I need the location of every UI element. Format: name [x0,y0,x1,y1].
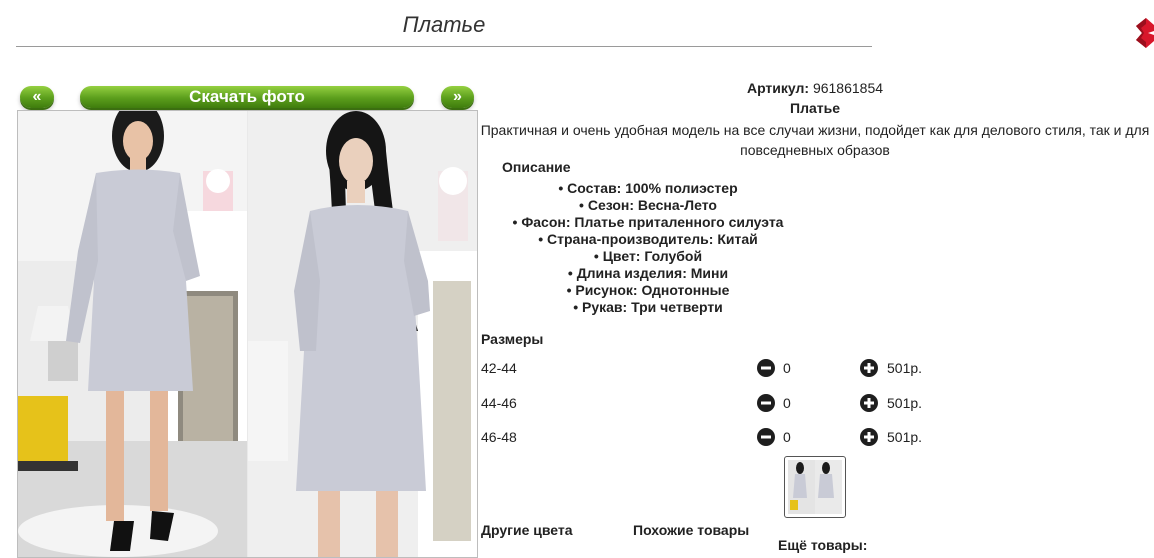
attribute-item: Сезон: Весна-Лето [480,197,816,214]
close-icon[interactable] [1136,18,1154,48]
size-row: 46-48 0 501р. [480,427,1150,447]
size-price: 501р. [887,429,923,445]
attribute-item: Длина изделия: Мини [480,265,816,282]
photo-thumbnail[interactable] [784,456,846,518]
quantity-value[interactable]: 0 [783,429,791,445]
similar-products-heading: Похожие товары [633,522,750,538]
description-heading: Описание [502,159,571,175]
plus-circle-icon[interactable] [860,394,878,412]
attribute-item: Рукав: Три четверти [480,299,816,316]
size-label: 42-44 [481,360,517,376]
attribute-item: Страна-производитель: Китай [480,231,816,248]
more-products-heading: Ещё товары: [778,537,868,553]
attribute-item: Состав: 100% полиэстер [480,180,816,197]
minus-circle-icon[interactable] [757,359,775,377]
attribute-item: Рисунок: Однотонные [480,282,816,299]
page-title: Платье [16,12,872,47]
product-description: Практичная и очень удобная модель на все… [480,122,1150,158]
product-name: Платье [790,100,840,116]
attribute-list: Состав: 100% полиэстер Сезон: Весна-Лето… [480,180,816,316]
quantity-value[interactable]: 0 [783,395,791,411]
attribute-item: Фасон: Платье приталенного силуэта [480,214,816,231]
attribute-item: Цвет: Голубой [480,248,816,265]
plus-circle-icon[interactable] [860,359,878,377]
product-photo-left [18,111,247,557]
article-value: 961861854 [812,80,884,96]
other-colors-heading: Другие цвета [481,522,573,538]
size-label: 46-48 [481,429,517,445]
quantity-value[interactable]: 0 [783,360,791,376]
prev-photo-button[interactable]: « [20,86,54,108]
size-price: 501р. [887,360,923,376]
minus-circle-icon[interactable] [757,428,775,446]
article-line: Артикул: 961861854 [480,80,1150,96]
minus-circle-icon[interactable] [757,394,775,412]
size-label: 44-46 [481,395,517,411]
size-row: 42-44 0 501р. [480,358,1150,378]
next-photo-button[interactable]: » [441,86,474,108]
sizes-heading: Размеры [481,331,544,347]
product-photo-right [248,111,477,557]
article-label: Артикул: [746,80,810,96]
size-row: 44-46 0 501р. [480,393,1150,413]
plus-circle-icon[interactable] [860,428,878,446]
download-photo-button[interactable]: Скачать фото [80,86,414,108]
product-photo-gallery [17,110,478,558]
size-price: 501р. [887,395,923,411]
